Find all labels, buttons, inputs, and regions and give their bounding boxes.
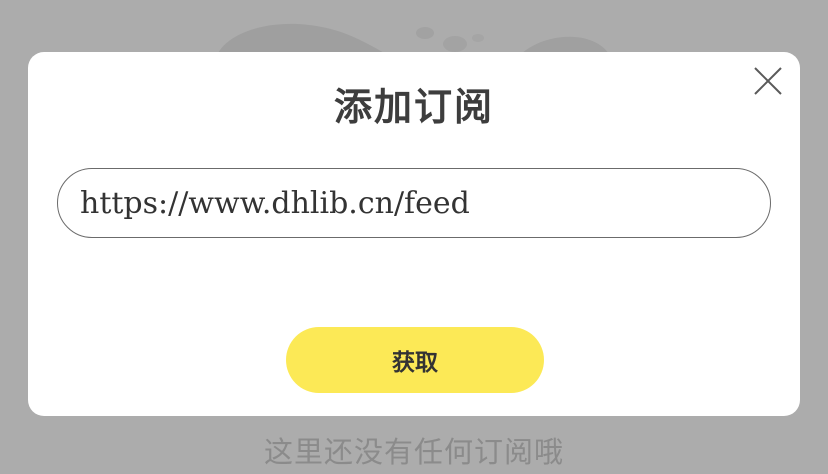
empty-state-message: 这里还没有任何订阅哦 (263, 435, 564, 469)
fetch-button[interactable]: 获取 (286, 327, 544, 393)
close-icon (754, 67, 782, 95)
feed-url-input[interactable] (57, 168, 771, 238)
close-button[interactable] (750, 63, 786, 99)
dialog-title: 添加订阅 (333, 85, 494, 129)
